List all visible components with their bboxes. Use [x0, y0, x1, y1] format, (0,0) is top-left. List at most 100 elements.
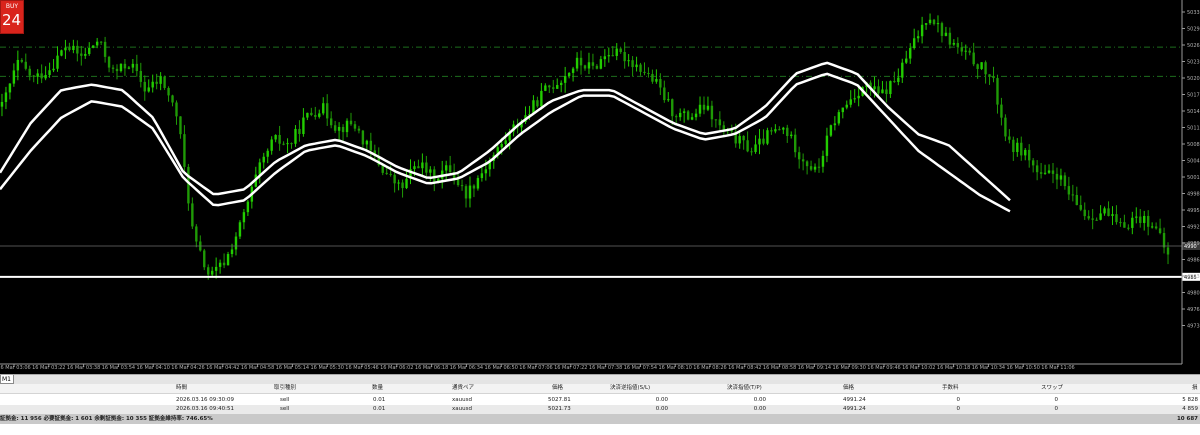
candle-body [829, 125, 833, 136]
candle-body [405, 178, 408, 189]
candle-body [952, 43, 956, 45]
candle-body [1035, 165, 1039, 173]
candle-body [702, 104, 706, 110]
col-header-volume[interactable]: 数量 [372, 384, 383, 393]
candle-body [571, 68, 575, 73]
candle-body [187, 166, 190, 204]
candle-body [80, 53, 83, 56]
cell-swap: 0 [1054, 406, 1059, 412]
candle-body [682, 111, 686, 113]
candle-body [984, 62, 987, 75]
col-header-symbol[interactable]: 通貨ペア [452, 384, 474, 393]
candle-body [1028, 149, 1031, 161]
candle-body [659, 79, 662, 88]
col-header-open-price[interactable]: 価格 [552, 384, 563, 393]
candle-body [163, 76, 166, 88]
candle-body [1087, 216, 1090, 219]
candle-body [746, 140, 749, 152]
candle-body [643, 71, 646, 74]
candle-body [627, 60, 630, 62]
candle-body [369, 140, 373, 151]
col-header-current-price[interactable]: 価格 [843, 384, 854, 393]
candle-body [1143, 215, 1146, 223]
candle-body [32, 75, 35, 77]
col-header-swap[interactable]: スワップ [1041, 384, 1063, 393]
candle-body [222, 262, 226, 266]
candle-body [290, 143, 293, 145]
candle-body [115, 68, 119, 72]
cell-time: 2026.03.16 09:40:51 [176, 406, 234, 412]
candle-body [1139, 216, 1142, 223]
candle-body [786, 127, 789, 137]
cell-symbol: xauusd [452, 397, 472, 403]
candle-body [667, 99, 670, 101]
candle-body [873, 86, 876, 90]
cell-current-price: 4991.24 [843, 397, 866, 403]
candle-body [28, 68, 31, 76]
time-axis-label: 16 Mar 09:14 [798, 365, 831, 370]
candle-body [579, 57, 583, 66]
time-axis-label: 16 Mar 08:58 [763, 365, 796, 370]
candle-body [484, 169, 488, 174]
candle-body [1047, 170, 1051, 173]
candle-body [833, 123, 837, 126]
one-click-buy-button[interactable]: BUY 24 [0, 0, 24, 34]
col-header-time[interactable]: 時間 [176, 384, 187, 393]
candle-body [1059, 175, 1063, 180]
candle-body [329, 118, 333, 126]
candle-body [1123, 222, 1126, 228]
candle-body [837, 112, 841, 124]
candle-body [944, 32, 948, 36]
col-header-type[interactable]: 取引種別 [274, 384, 296, 393]
table-row[interactable]: 2026.03.16 09:30:09 sell 0.01 xauusd 502… [0, 396, 1200, 405]
candle-body [1055, 173, 1059, 180]
candle-body [1020, 142, 1023, 156]
candle-body [318, 113, 321, 117]
candle-body [270, 139, 273, 151]
candle-body [448, 165, 452, 173]
col-header-profit[interactable]: 損 [1192, 384, 1198, 393]
tab-timeframe[interactable]: M1 [0, 375, 14, 384]
candle-body [778, 129, 781, 131]
candle-body [845, 104, 848, 108]
candle-body [742, 135, 745, 141]
candle-body [326, 103, 329, 119]
candle-body [258, 162, 261, 175]
candle-body [84, 53, 87, 56]
candle-body [234, 236, 238, 250]
candle-body [40, 73, 43, 79]
cell-sl: 0.00 [655, 406, 668, 412]
candle-body [238, 222, 242, 237]
col-header-commission[interactable]: 手数料 [942, 384, 959, 393]
price-axis-label: 4980 [1187, 291, 1200, 297]
time-axis-label: 16 Mar 10:34 [972, 365, 1005, 370]
candle-body [103, 41, 107, 57]
time-axis-label: 16 Mar 06:02 [380, 365, 413, 370]
candle-body [972, 52, 975, 65]
candle-body [1146, 215, 1150, 227]
candle-body [480, 173, 484, 179]
candle-body [12, 70, 16, 84]
price-axis-label: 5029 [1187, 27, 1200, 33]
candle-body [1166, 247, 1170, 255]
time-axis-label: 16 Mar 04:10 [137, 365, 170, 370]
candle-body [623, 52, 626, 62]
table-row[interactable]: 2026.03.16 09:40:51 sell 0.01 xauusd 502… [0, 405, 1200, 414]
candle-body [1051, 170, 1055, 174]
candle-body [278, 134, 281, 144]
candle-body [909, 48, 912, 59]
candle-body [123, 63, 127, 69]
candle-body [226, 254, 230, 266]
candle-body [797, 152, 801, 160]
candle-body [940, 23, 944, 36]
col-header-tp[interactable]: 決済指値(T/P) [727, 384, 762, 393]
candle-body [143, 81, 146, 92]
candle-body [794, 134, 797, 153]
candle-body [214, 266, 218, 271]
price-chart[interactable]: 49904985 5033502950265023502050175014501… [0, 0, 1200, 370]
col-header-sl[interactable]: 決済逆指値(S/L) [610, 384, 650, 393]
candle-body [690, 117, 694, 120]
candle-body [92, 45, 95, 48]
cell-commission: 0 [956, 406, 961, 412]
candle-body [563, 76, 567, 83]
